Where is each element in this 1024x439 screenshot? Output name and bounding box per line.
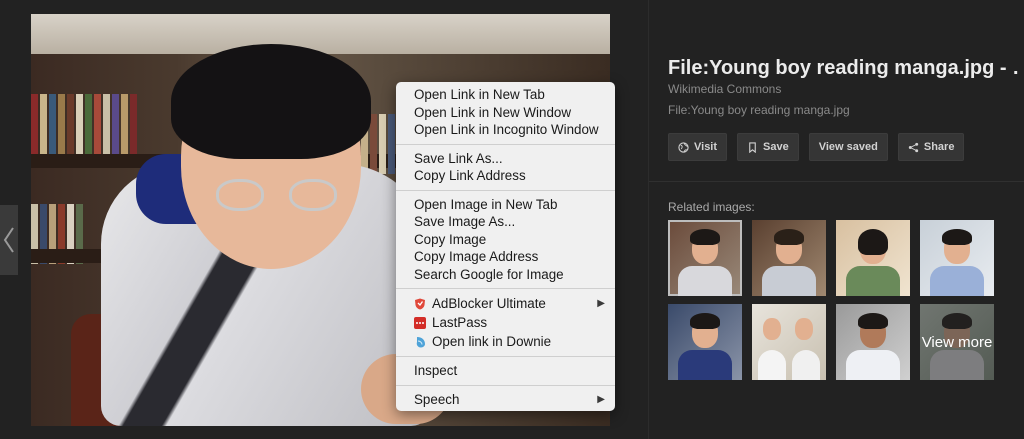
photo-ceiling [31, 14, 610, 54]
related-image-thumbnail[interactable] [920, 220, 994, 296]
menu-item-speech[interactable]: Speech ▶ [396, 391, 615, 409]
chevron-left-icon [3, 227, 14, 253]
menu-separator [396, 356, 615, 357]
menu-item-search-google-for-image[interactable]: Search Google for Image [396, 266, 615, 284]
image-details-panel: File:Young boy reading manga.jpg - … Wik… [648, 0, 1024, 439]
save-button-label: Save [763, 141, 789, 153]
panel-divider [649, 181, 1024, 182]
menu-item-open-link-incognito[interactable]: Open Link in Incognito Window [396, 121, 615, 139]
menu-item-open-link-in-downie[interactable]: Open link in Downie [396, 332, 615, 351]
view-more-label: View more [920, 304, 994, 380]
menu-item-lastpass[interactable]: LastPass [396, 313, 615, 332]
action-buttons: Visit Save View saved Share [668, 133, 965, 161]
share-icon [908, 142, 919, 152]
menu-item-copy-image[interactable]: Copy Image [396, 231, 615, 249]
visit-button-label: Visit [694, 141, 718, 153]
visit-button[interactable]: Visit [668, 133, 728, 161]
submenu-arrow-icon: ▶ [597, 393, 605, 405]
globe-icon [678, 141, 689, 153]
image-filename: File:Young boy reading manga.jpg [668, 103, 850, 117]
photo-glasses [216, 179, 264, 211]
menu-item-label: Speech [414, 391, 460, 407]
menu-item-adblocker-ultimate[interactable]: AdBlocker Ultimate ▶ [396, 294, 615, 313]
menu-separator [396, 189, 615, 191]
menu-item-copy-link-address[interactable]: Copy Link Address [396, 167, 615, 185]
photo-bookshelf [31, 94, 137, 154]
related-image-thumbnail[interactable] [836, 220, 910, 296]
related-image-thumbnail[interactable] [668, 304, 742, 380]
related-image-thumbnail[interactable] [836, 304, 910, 380]
submenu-arrow-icon: ▶ [597, 298, 605, 309]
image-preview-area: Open Link in New Tab Open Link in New Wi… [0, 0, 648, 439]
related-image-thumbnail[interactable] [752, 304, 826, 380]
bookmark-icon [749, 141, 756, 153]
image-source: Wikimedia Commons [668, 82, 782, 96]
menu-item-label: LastPass [432, 315, 488, 330]
share-button-label: Share [923, 141, 955, 153]
photo-hair [171, 44, 371, 159]
menu-item-open-link-new-window[interactable]: Open Link in New Window [396, 104, 615, 122]
related-image-thumbnail[interactable] [668, 220, 742, 296]
previous-image-button[interactable] [0, 205, 18, 275]
downie-icon [414, 336, 426, 348]
menu-item-save-image-as[interactable]: Save Image As... [396, 213, 615, 231]
menu-separator [396, 288, 615, 289]
menu-item-save-link-as[interactable]: Save Link As... [396, 150, 615, 168]
menu-item-open-link-new-tab[interactable]: Open Link in New Tab [396, 86, 615, 104]
related-image-thumbnail[interactable] [752, 220, 826, 296]
menu-item-label: Open link in Downie [432, 334, 552, 349]
share-button[interactable]: Share [897, 133, 965, 161]
menu-item-label: AdBlocker Ultimate [432, 296, 546, 311]
menu-item-copy-image-address[interactable]: Copy Image Address [396, 248, 615, 266]
view-more-thumbnail[interactable]: View more [920, 304, 994, 380]
photo-glasses [289, 179, 337, 211]
menu-separator [396, 143, 615, 145]
menu-separator [396, 384, 615, 386]
context-menu: Open Link in New Tab Open Link in New Wi… [396, 82, 615, 411]
related-images-label: Related images: [668, 200, 755, 214]
menu-item-open-image-new-tab[interactable]: Open Image in New Tab [396, 196, 615, 214]
image-viewer: Open Link in New Tab Open Link in New Wi… [0, 0, 1024, 439]
view-saved-button[interactable]: View saved [808, 133, 888, 161]
menu-item-inspect[interactable]: Inspect [396, 362, 615, 380]
related-images-grid: View more [668, 220, 994, 380]
lastpass-icon [414, 316, 426, 329]
save-button[interactable]: Save [737, 133, 799, 161]
image-title[interactable]: File:Young boy reading manga.jpg - … [668, 57, 1018, 80]
view-saved-button-label: View saved [818, 141, 878, 153]
shield-icon [414, 298, 426, 310]
